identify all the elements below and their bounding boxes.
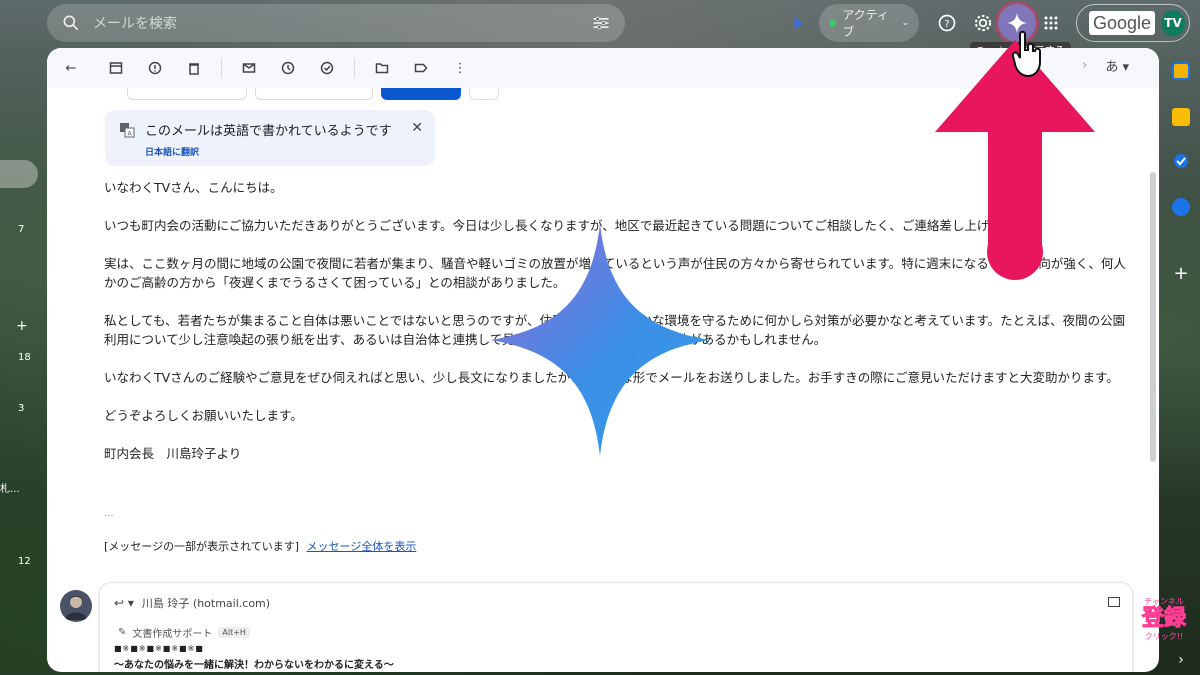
stub-chip xyxy=(127,88,247,100)
translation-message: このメールは英語で書かれているようです xyxy=(145,124,392,139)
report-spam-icon[interactable] xyxy=(143,56,167,80)
add-task-icon[interactable] xyxy=(315,56,339,80)
view-full-message-link[interactable]: メッセージ全体を表示 xyxy=(307,540,417,553)
scrollbar[interactable] xyxy=(1150,172,1156,462)
translate-link[interactable]: 日本語に翻訳 xyxy=(145,145,421,158)
subscribe-main: 登録 xyxy=(1141,606,1186,631)
reply-arrow-icon[interactable]: ↩ ▾ xyxy=(114,596,134,610)
label-tag-icon[interactable] xyxy=(409,56,433,80)
stub-chip xyxy=(469,88,499,100)
status-label: アクティブ xyxy=(842,8,889,39)
search-input[interactable]: メールを検索 xyxy=(93,13,591,33)
account-avatar[interactable]: TV xyxy=(1161,10,1185,36)
rail-label: 3 xyxy=(18,403,25,414)
active-dot xyxy=(829,19,837,27)
archive-icon[interactable] xyxy=(104,56,128,80)
back-arrow-icon[interactable]: ← xyxy=(59,56,83,80)
filter-options-icon[interactable] xyxy=(591,13,611,33)
translation-banner: A このメールは英語で書かれているようです 日本語に翻訳 ✕ xyxy=(105,110,435,166)
input-tools-label: あ xyxy=(1105,60,1119,75)
stub-chip xyxy=(255,88,373,100)
truncated-label: [メッセージの一部が表示されています] xyxy=(104,540,300,553)
right-side-panel: + › xyxy=(1160,48,1200,675)
shortcut-badge: Alt+H xyxy=(218,627,250,638)
contacts-icon[interactable] xyxy=(1172,198,1190,216)
search-icon xyxy=(63,15,79,31)
input-tools-button[interactable]: あ ▾ xyxy=(1105,56,1129,75)
signature-divider: ■※■※■※■※■※■ xyxy=(114,644,204,653)
mark-unread-icon[interactable] xyxy=(237,56,261,80)
snooze-clock-icon[interactable] xyxy=(276,56,300,80)
subscribe-badge: チャンネル 登録 クリック!! xyxy=(1138,596,1190,652)
calendar-icon[interactable] xyxy=(1172,62,1190,80)
svg-text:?: ? xyxy=(944,19,949,30)
rail-label: 12 xyxy=(18,556,31,567)
help-icon[interactable]: ? xyxy=(934,10,960,36)
status-chip[interactable]: アクティブ ⌄ xyxy=(819,4,919,42)
rail-label: 7 xyxy=(18,224,25,235)
left-rail: 7 + 18 3 札... 12 xyxy=(0,48,46,675)
account-switcher[interactable]: Google TV xyxy=(1076,4,1190,42)
stub-chip-primary xyxy=(381,88,461,100)
reply-compose-box[interactable]: ↩ ▾ 川島 玲子 (hotmail.com) ✎ 文書作成サポート Alt+H… xyxy=(99,582,1133,672)
truncation-notice: [メッセージの一部が表示されています] メッセージ全体を表示 xyxy=(104,538,416,554)
translate-icon: A xyxy=(120,122,135,137)
show-trimmed-content[interactable]: ... xyxy=(104,508,114,519)
writing-assist-label[interactable]: 文書作成サポート xyxy=(132,625,212,640)
meet-icon[interactable] xyxy=(786,10,812,36)
popout-icon[interactable] xyxy=(1108,597,1120,607)
chevron-down-icon: ⌄ xyxy=(901,18,909,28)
subscribe-bottom: クリック!! xyxy=(1144,632,1184,641)
google-logo: Google xyxy=(1089,11,1156,35)
signature-tagline: 〜あなたの悩みを一緒に解決！わからないをわかるに変える〜 xyxy=(114,660,394,671)
move-to-folder-icon[interactable] xyxy=(370,56,394,80)
writing-assist-icon: ✎ xyxy=(118,627,127,638)
rail-add-icon[interactable]: + xyxy=(16,318,28,334)
settings-gear-icon[interactable] xyxy=(970,10,996,36)
delete-trash-icon[interactable] xyxy=(182,56,206,80)
rail-active-item[interactable] xyxy=(0,160,38,188)
user-avatar xyxy=(60,590,92,622)
rail-label: 18 xyxy=(18,352,31,363)
gemini-sparkle-icon xyxy=(490,224,710,456)
attachment-stubs xyxy=(127,88,499,100)
search-bar[interactable]: メールを検索 xyxy=(47,4,625,42)
keep-icon[interactable] xyxy=(1172,108,1190,126)
reply-recipient[interactable]: 川島 玲子 (hotmail.com) xyxy=(142,595,270,611)
more-vert-icon[interactable]: ⋮ xyxy=(448,56,472,80)
expand-panel-icon[interactable]: › xyxy=(1172,652,1190,670)
close-icon[interactable]: ✕ xyxy=(411,120,423,136)
toolbar-divider xyxy=(221,58,222,78)
toolbar-divider xyxy=(354,58,355,78)
add-addon-icon[interactable]: + xyxy=(1172,265,1190,284)
hand-cursor-icon xyxy=(1011,30,1041,78)
rail-label: 札... xyxy=(0,484,20,495)
tasks-icon[interactable] xyxy=(1172,152,1190,170)
